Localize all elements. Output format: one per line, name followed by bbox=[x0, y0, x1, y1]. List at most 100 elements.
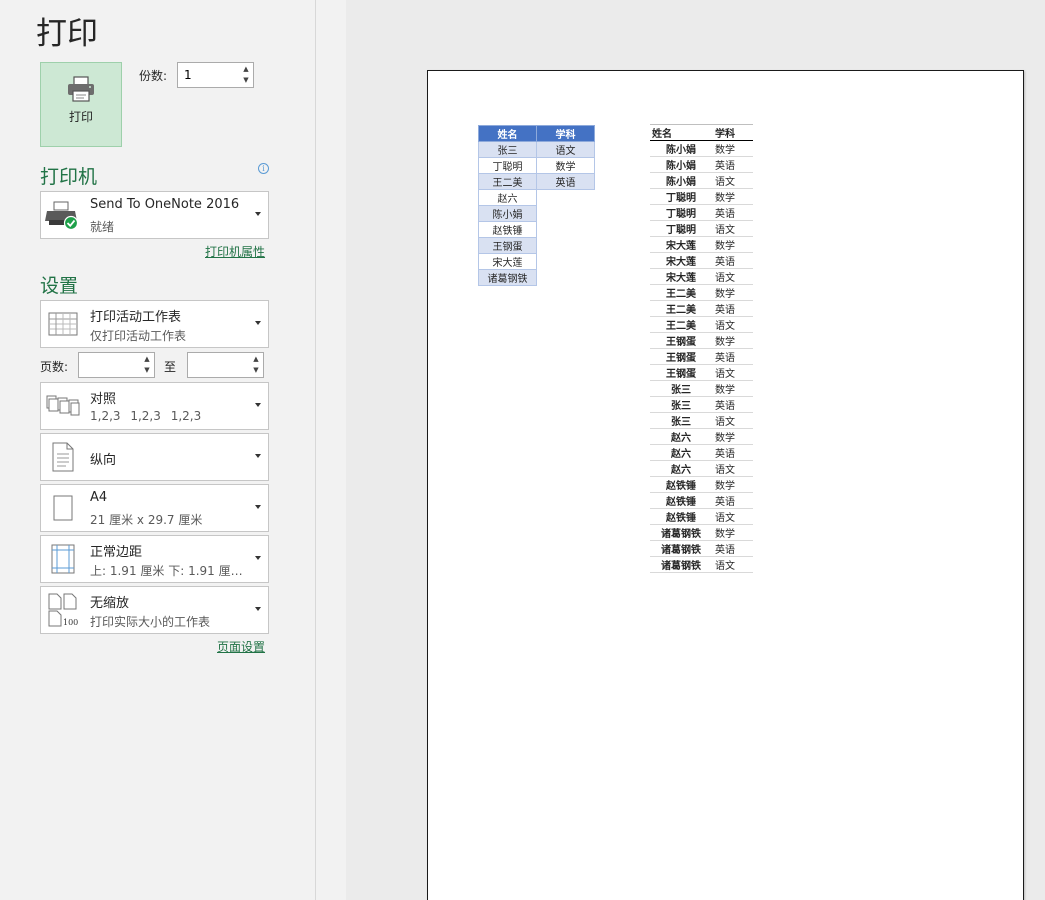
spin-up-icon[interactable]: ▲ bbox=[243, 65, 248, 74]
chevron-down-icon bbox=[255, 607, 261, 611]
pages-to-label: 至 bbox=[164, 360, 177, 374]
table-cell: 数学 bbox=[712, 428, 753, 445]
table-cell: 丁聪明 bbox=[650, 188, 712, 205]
table-row: 宋大莲 bbox=[478, 253, 595, 270]
pages-label: 页数: bbox=[40, 360, 69, 374]
table-cell: 语文 bbox=[536, 141, 595, 158]
table-cell: 语文 bbox=[712, 364, 753, 381]
spin-up-icon[interactable]: ▲ bbox=[253, 355, 258, 364]
pages-to-input[interactable] bbox=[188, 353, 247, 377]
print-button[interactable]: 打印 bbox=[40, 62, 122, 147]
table-cell: 英语 bbox=[712, 444, 753, 461]
table-cell: 英语 bbox=[712, 204, 753, 221]
table-row: 王钢蛋 英语 bbox=[650, 348, 753, 365]
copies-label: 份数: bbox=[139, 69, 168, 83]
table-row: 诸葛钢铁 语文 bbox=[650, 556, 753, 573]
scaling-dropdown[interactable]: 100 无缩放 打印实际大小的工作表 bbox=[40, 586, 269, 634]
table-cell: 数学 bbox=[712, 188, 753, 205]
pages-from-stepper[interactable]: ▲ ▼ bbox=[78, 352, 155, 378]
table-cell: 英语 bbox=[712, 156, 753, 173]
table-cell: 英语 bbox=[712, 252, 753, 269]
scaling-icon: 100 bbox=[44, 592, 82, 628]
table-cell: 诸葛钢铁 bbox=[478, 269, 537, 286]
table-cell: 数学 bbox=[712, 380, 753, 397]
table-cell: 张三 bbox=[478, 141, 537, 158]
pages-to-stepper[interactable]: ▲ ▼ bbox=[187, 352, 264, 378]
pages-from-spin-arrows[interactable]: ▲ ▼ bbox=[142, 355, 152, 375]
table-cell: 宋大莲 bbox=[478, 253, 537, 270]
spin-down-icon[interactable]: ▼ bbox=[144, 366, 149, 375]
chevron-down-icon bbox=[255, 403, 261, 407]
table-cell: 王二美 bbox=[478, 173, 537, 190]
table-cell: 赵六 bbox=[478, 189, 537, 206]
table-cell: 丁聪明 bbox=[650, 220, 712, 237]
collate-desc: 1,2,3 1,2,3 1,2,3 bbox=[90, 409, 202, 423]
info-icon[interactable]: i bbox=[258, 163, 269, 174]
table-row: 陈小娟 语文 bbox=[650, 172, 753, 189]
table-cell: 数学 bbox=[536, 157, 595, 174]
paper-size-desc: 21 厘米 x 29.7 厘米 bbox=[90, 513, 203, 527]
table-cell: 语文 bbox=[712, 508, 753, 525]
table-row: 诸葛钢铁 英语 bbox=[650, 540, 753, 557]
printer-properties-link[interactable]: 打印机属性 bbox=[205, 243, 265, 260]
orientation-dropdown[interactable]: 纵向 bbox=[40, 433, 269, 481]
table-cell: 语文 bbox=[712, 220, 753, 237]
table-cell: 丁聪明 bbox=[478, 157, 537, 174]
pages-from-input[interactable] bbox=[79, 353, 138, 377]
table-header-row: 姓名 学科 bbox=[478, 125, 595, 142]
printer-heading: 打印机 bbox=[40, 166, 98, 188]
table-cell: 语文 bbox=[712, 172, 753, 189]
print-scope-dropdown[interactable]: 打印活动工作表 仅打印活动工作表 bbox=[40, 300, 269, 348]
paper-size-title: A4 bbox=[90, 490, 108, 505]
table-row: 宋大莲 数学 bbox=[650, 236, 753, 253]
table-row: 赵铁锤 bbox=[478, 221, 595, 238]
printer-status: 就绪 bbox=[90, 220, 115, 234]
table-cell: 宋大莲 bbox=[650, 268, 712, 285]
page-setup-link[interactable]: 页面设置 bbox=[217, 638, 265, 655]
table-cell: 赵六 bbox=[650, 444, 712, 461]
table-row: 王钢蛋 bbox=[478, 237, 595, 254]
table-row: 诸葛钢铁 数学 bbox=[650, 524, 753, 541]
pages-to-spin-arrows[interactable]: ▲ ▼ bbox=[251, 355, 261, 375]
table-cell: 赵六 bbox=[650, 428, 712, 445]
table-row: 王钢蛋 语文 bbox=[650, 364, 753, 381]
table-cell: 王二美 bbox=[650, 284, 712, 301]
table-cell: 赵铁锤 bbox=[650, 492, 712, 509]
table-cell: 宋大莲 bbox=[650, 236, 712, 253]
preview-table-result: 姓名 学科 陈小娟 数学 陈小娟 英语 陈小娟 语文 丁聪明 数学 丁聪明 英语 丁聪明 语文 宋大莲数… bbox=[650, 124, 753, 573]
table-cell: 陈小娟 bbox=[650, 140, 712, 157]
spin-down-icon[interactable]: ▼ bbox=[243, 76, 248, 85]
table-row: 王二美 英语 bbox=[650, 300, 753, 317]
portrait-page-icon bbox=[44, 439, 82, 475]
printer-dropdown[interactable]: Send To OneNote 2016 就绪 bbox=[40, 191, 269, 239]
worksheet-icon bbox=[44, 306, 82, 342]
table-cell: 宋大莲 bbox=[650, 252, 712, 269]
scaling-desc: 打印实际大小的工作表 bbox=[90, 615, 211, 629]
chevron-down-icon bbox=[255, 505, 261, 509]
table-cell: 数学 bbox=[712, 476, 753, 493]
table-cell: 王钢蛋 bbox=[650, 332, 712, 349]
table-row: 赵铁锤 语文 bbox=[650, 508, 753, 525]
copies-input[interactable] bbox=[178, 63, 237, 87]
paper-size-dropdown[interactable]: A4 21 厘米 x 29.7 厘米 bbox=[40, 484, 269, 532]
spin-down-icon[interactable]: ▼ bbox=[253, 366, 258, 375]
copies-spin-arrows[interactable]: ▲ ▼ bbox=[241, 65, 251, 85]
table-cell: 赵铁锤 bbox=[650, 508, 712, 525]
table-cell: 王二美 bbox=[650, 300, 712, 317]
print-scope-desc: 仅打印活动工作表 bbox=[90, 329, 187, 343]
orientation-title: 纵向 bbox=[90, 453, 117, 468]
table-row: 张三 英语 bbox=[650, 396, 753, 413]
chevron-down-icon bbox=[255, 321, 261, 325]
collate-dropdown[interactable]: 对照 1,2,3 1,2,3 1,2,3 bbox=[40, 382, 269, 430]
spin-up-icon[interactable]: ▲ bbox=[144, 355, 149, 364]
table-cell: 赵铁锤 bbox=[478, 221, 537, 238]
table-cell: 英语 bbox=[712, 492, 753, 509]
chevron-down-icon bbox=[255, 212, 261, 216]
margins-dropdown[interactable]: 正常边距 上: 1.91 厘米 下: 1.91 厘米 左: 1.78 厘米 右:… bbox=[40, 535, 269, 583]
table-cell: 张三 bbox=[650, 412, 712, 429]
table-row: 赵铁锤 英语 bbox=[650, 492, 753, 509]
copies-stepper[interactable]: ▲ ▼ bbox=[177, 62, 254, 88]
table-row: 赵六 bbox=[478, 189, 595, 206]
table-cell: 英语 bbox=[536, 173, 595, 190]
table-row: 宋大莲 语文 bbox=[650, 268, 753, 285]
